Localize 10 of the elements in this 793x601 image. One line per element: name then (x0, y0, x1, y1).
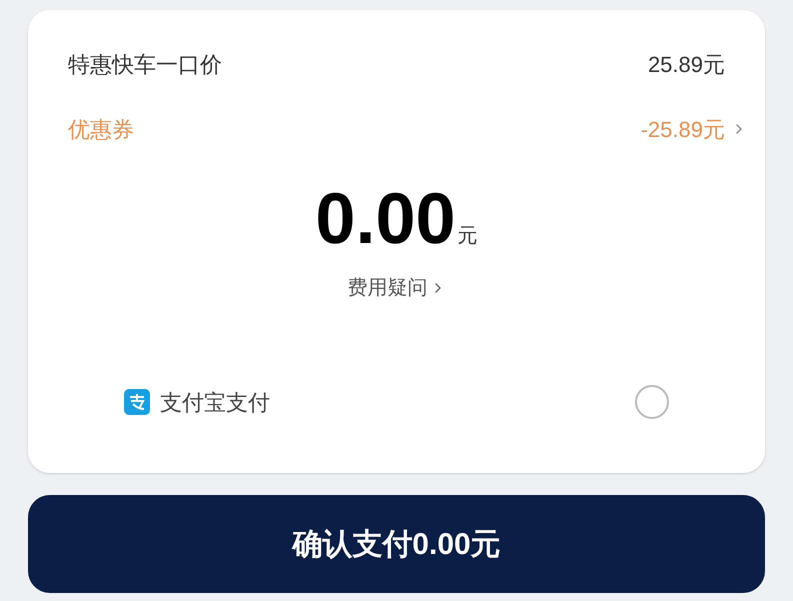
confirm-payment-button[interactable]: 确认支付0.00元 (28, 495, 765, 593)
total-amount: 0.00 (315, 183, 456, 255)
fare-value: 25.89元 (648, 50, 725, 78)
payment-app-icon (124, 389, 150, 415)
total-unit: 元 (458, 224, 478, 249)
payment-method-label: 支付宝支付 (160, 388, 270, 416)
fare-label: 优惠券 (68, 116, 134, 144)
fee-question-link[interactable]: 费用疑问 (348, 273, 446, 303)
radio-button[interactable] (635, 385, 669, 419)
fare-label: 特惠快车一口价 (68, 50, 222, 78)
